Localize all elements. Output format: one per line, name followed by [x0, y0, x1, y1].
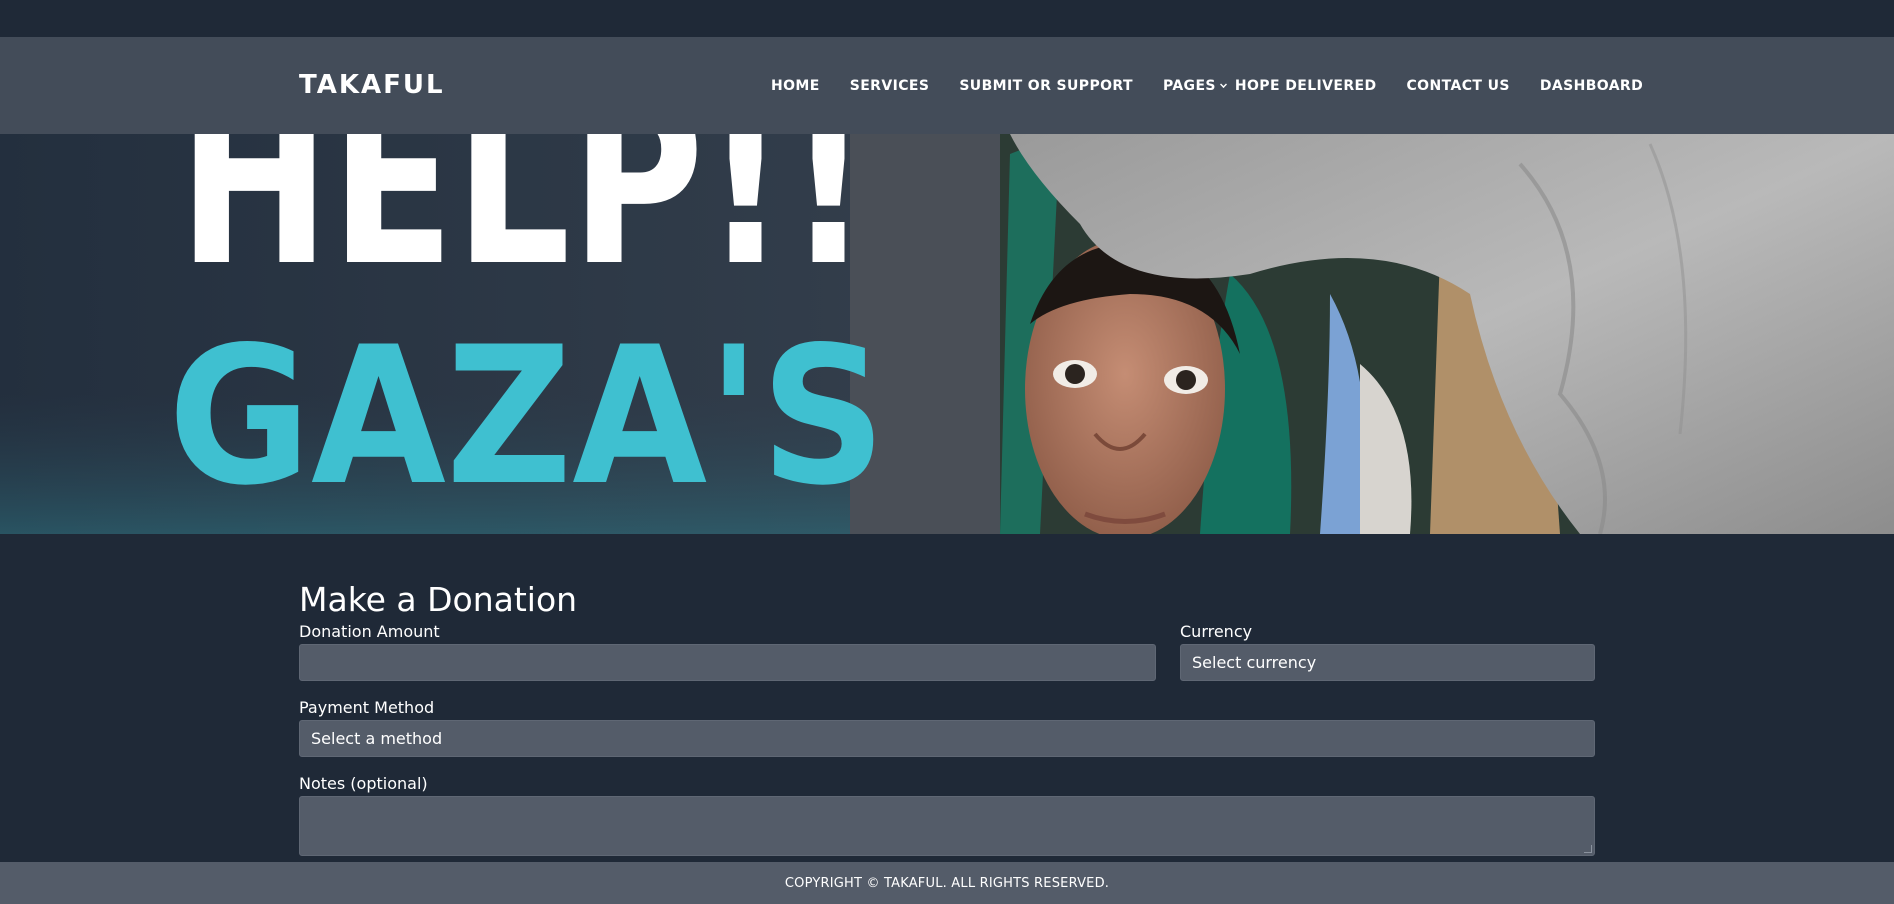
nav-home[interactable]: HOME — [771, 78, 820, 94]
donation-form: Make a Donation Donation Amount Currency… — [299, 580, 1595, 856]
hero-image: HELP!! GAZA'S — [0, 134, 1894, 534]
currency-select[interactable]: Select currency — [1180, 644, 1595, 681]
amount-currency-row: Donation Amount Currency Select currency — [299, 622, 1595, 682]
notes-label: Notes (optional) — [299, 774, 428, 793]
notes-row: Notes (optional) — [299, 774, 1595, 856]
resize-handle-icon[interactable] — [1584, 845, 1592, 853]
chevron-down-icon — [1219, 80, 1227, 88]
copyright-text: COPYRIGHT © TAKAFUL. ALL RIGHTS RESERVED… — [784, 875, 1110, 891]
nav-dashboard[interactable]: DASHBOARD — [1540, 78, 1643, 94]
nav-services[interactable]: SERVICES — [850, 78, 930, 94]
form-title: Make a Donation — [299, 580, 578, 619]
nav-contact-us[interactable]: CONTACT US — [1407, 78, 1510, 94]
currency-label: Currency — [1180, 622, 1253, 641]
nav-hope-delivered[interactable]: HOPE DELIVERED — [1235, 78, 1377, 94]
brand-logo[interactable]: TAKAFUL — [299, 70, 445, 100]
main-nav: HOME SERVICES SUBMIT OR SUPPORT PAGES HO… — [771, 78, 1643, 94]
hero-banner: HELP!! GAZA'S — [0, 134, 1894, 534]
nav-pages-dropdown[interactable]: PAGES — [1163, 78, 1227, 94]
payment-method-row: Payment Method Select a method — [299, 698, 1595, 758]
donation-amount-input[interactable] — [299, 644, 1156, 681]
payment-method-select[interactable]: Select a method — [299, 720, 1595, 757]
nav-submit-or-support[interactable]: SUBMIT OR SUPPORT — [959, 78, 1133, 94]
hero-line-2: GAZA'S — [168, 306, 886, 527]
payment-method-label: Payment Method — [299, 698, 435, 717]
notes-textarea[interactable] — [299, 796, 1595, 856]
nav-pages-label: PAGES — [1162, 78, 1216, 94]
top-strip — [0, 0, 1894, 37]
footer: COPYRIGHT © TAKAFUL. ALL RIGHTS RESERVED… — [0, 862, 1894, 904]
hero-line-1: HELP!! — [178, 134, 870, 317]
donation-amount-label: Donation Amount — [299, 622, 440, 641]
